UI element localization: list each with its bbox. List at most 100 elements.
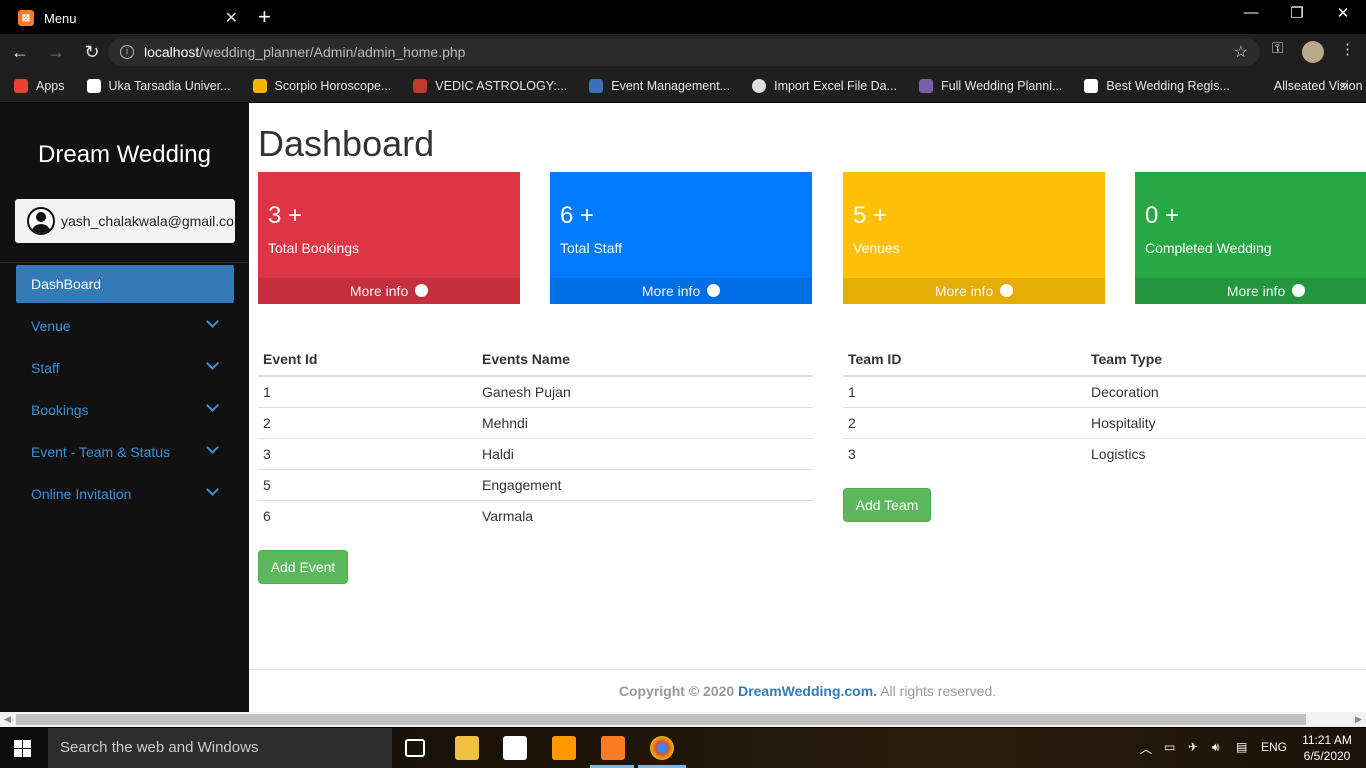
more-info-link[interactable]: More info bbox=[258, 278, 520, 308]
bookmark-favicon bbox=[86, 79, 101, 93]
bookmark-item[interactable]: Import Excel File Da... bbox=[752, 79, 897, 93]
sidebar-item-label: DashBoard bbox=[31, 276, 102, 292]
file-explorer-icon[interactable] bbox=[455, 736, 479, 760]
windows-taskbar: Search the web and Windows ︿ ▭ ✈ 🔊︎ ▤ EN… bbox=[0, 728, 1366, 768]
volume-icon[interactable]: 🔊︎ bbox=[1212, 740, 1220, 755]
table-row: 6 Varmala bbox=[258, 499, 813, 531]
back-icon[interactable]: ← bbox=[4, 42, 36, 63]
table-row: 1 Decoration bbox=[843, 376, 1366, 407]
chevron-down-icon bbox=[206, 399, 219, 412]
bookmarks-overflow-icon[interactable]: » bbox=[1340, 76, 1348, 92]
minimize-icon[interactable]: — bbox=[1228, 4, 1274, 21]
sidebar-item-online-invitation[interactable]: Online Invitation bbox=[0, 473, 249, 515]
table-row: 2 Mehndi bbox=[258, 406, 813, 438]
table-cell: 3 bbox=[843, 437, 1086, 469]
browser-tab[interactable]: ⊠ Menu ✕ bbox=[8, 2, 248, 34]
bookmark-item[interactable]: Best Wedding Regis... bbox=[1084, 79, 1230, 93]
table-cell: Logistics bbox=[1086, 437, 1366, 469]
column-header: Event Id bbox=[258, 339, 477, 377]
bookmark-item[interactable]: VEDIC ASTROLOGY:... bbox=[413, 79, 567, 93]
menu-dots-icon[interactable]: ⋮ bbox=[1340, 40, 1355, 58]
sidebar-item-staff[interactable]: Staff bbox=[0, 347, 249, 389]
teams-table: Team ID Team Type 1 Decoration 2 Hospitali… bbox=[843, 339, 1366, 469]
bookmarks-bar: Apps Uka Tarsadia Univer... Scorpio Horo… bbox=[0, 70, 1366, 102]
table-cell: Haldi bbox=[477, 437, 813, 469]
table-cell: 5 bbox=[258, 468, 477, 500]
table-cell: Engagement bbox=[477, 468, 813, 500]
new-tab-icon[interactable]: + bbox=[258, 4, 271, 30]
arrow-circle-right-icon bbox=[1292, 282, 1306, 308]
info-icon[interactable]: i bbox=[120, 45, 134, 59]
xampp-taskbar-icon[interactable] bbox=[601, 736, 625, 760]
site-link[interactable]: DreamWedding.com. bbox=[738, 683, 877, 699]
chrome-icon[interactable] bbox=[650, 736, 674, 760]
more-info-label: More info bbox=[349, 283, 409, 299]
sublime-text-icon[interactable] bbox=[552, 736, 576, 760]
horizontal-scrollbar[interactable]: ◀ ▶ bbox=[0, 712, 1366, 727]
bookmark-label: Scorpio Horoscope... bbox=[274, 79, 392, 93]
sidebar-item-bookings[interactable]: Bookings bbox=[0, 389, 249, 431]
add-team-button[interactable]: Add Team bbox=[843, 488, 931, 522]
chevron-down-icon bbox=[206, 441, 219, 454]
bookmark-item[interactable]: Full Wedding Planni... bbox=[919, 79, 1062, 93]
reload-icon[interactable]: ↻ bbox=[76, 42, 108, 63]
tray-expand-icon[interactable]: ︿ bbox=[1140, 740, 1152, 757]
card-completed-wedding: 0 + Completed Wedding More info bbox=[1135, 172, 1366, 308]
sidebar-item-venue[interactable]: Venue bbox=[0, 305, 249, 347]
window-close-icon[interactable]: ✕ bbox=[1320, 4, 1366, 22]
globe-icon bbox=[752, 79, 767, 93]
forward-icon[interactable]: → bbox=[40, 42, 72, 63]
airplane-icon[interactable]: ✈ bbox=[1188, 740, 1198, 754]
address-bar[interactable]: i localhost/wedding_planner/Admin/admin_… bbox=[108, 38, 1260, 66]
profile-avatar[interactable] bbox=[1302, 41, 1324, 63]
scroll-left-icon[interactable]: ◀ bbox=[4, 714, 11, 725]
bookmark-label: VEDIC ASTROLOGY:... bbox=[435, 79, 568, 93]
chevron-down-icon bbox=[206, 315, 219, 328]
arrow-circle-right-icon bbox=[415, 282, 429, 308]
store-icon[interactable] bbox=[503, 736, 527, 760]
user-box[interactable]: yash_chalakwala@gmail.com bbox=[15, 199, 235, 243]
sidebar-item-event-team-status[interactable]: Event - Team & Status bbox=[0, 431, 249, 473]
close-tab-icon[interactable]: ✕ bbox=[225, 8, 238, 28]
page-footer: Copyright © 2020 DreamWedding.com. All r… bbox=[249, 669, 1366, 712]
table-cell: Varmala bbox=[477, 499, 813, 531]
bookmark-label: Import Excel File Da... bbox=[774, 79, 898, 93]
card-count: 5 + bbox=[853, 202, 888, 229]
add-event-button[interactable]: Add Event bbox=[258, 550, 348, 584]
table-cell: Hospitality bbox=[1086, 406, 1366, 438]
more-info-label: More info bbox=[934, 283, 994, 299]
tab-title: Menu bbox=[44, 10, 77, 26]
bookmark-item[interactable]: Event Management... bbox=[589, 79, 730, 93]
scroll-right-icon[interactable]: ▶ bbox=[1355, 714, 1362, 725]
restore-icon[interactable]: ❐ bbox=[1274, 4, 1320, 22]
table-cell: 1 bbox=[848, 383, 856, 400]
sidebar-item-dashboard[interactable]: DashBoard bbox=[16, 265, 234, 303]
scrollbar-thumb[interactable] bbox=[16, 714, 1306, 725]
windows-start-icon[interactable] bbox=[14, 740, 31, 757]
table-row: 3 Haldi bbox=[258, 437, 813, 469]
language-indicator[interactable]: ENG bbox=[1261, 740, 1287, 754]
battery-icon[interactable]: ▭ bbox=[1164, 740, 1175, 754]
bookmark-apps[interactable]: Apps bbox=[14, 79, 65, 93]
task-view-icon[interactable] bbox=[405, 739, 425, 757]
card-total-bookings: 3 + Total Bookings More info bbox=[258, 172, 520, 308]
chevron-down-icon bbox=[206, 357, 219, 370]
bookmark-star-icon[interactable]: ☆ bbox=[1234, 42, 1248, 62]
notification-icon[interactable]: ▤ bbox=[1236, 740, 1247, 754]
more-info-link[interactable]: More info bbox=[550, 278, 812, 308]
bookmark-favicon bbox=[413, 79, 428, 93]
bookmark-item[interactable]: Uka Tarsadia Univer... bbox=[86, 79, 231, 93]
bookmark-label: Event Management... bbox=[611, 79, 731, 93]
taskbar-search-input[interactable]: Search the web and Windows bbox=[48, 728, 392, 768]
card-label: Venues bbox=[853, 240, 900, 256]
sidebar-item-label: Event - Team & Status bbox=[31, 444, 171, 460]
bookmark-label: Best Wedding Regis... bbox=[1106, 79, 1230, 93]
arrow-circle-right-icon bbox=[707, 282, 721, 308]
more-info-link[interactable]: More info bbox=[843, 278, 1105, 308]
key-icon[interactable]: ⚿ bbox=[1272, 40, 1283, 57]
card-label: Total Bookings bbox=[268, 240, 360, 256]
more-info-link[interactable]: More info bbox=[1135, 278, 1366, 308]
taskbar-clock[interactable]: 11:21 AM 6/5/2020 bbox=[1296, 732, 1358, 764]
bookmark-item[interactable]: Scorpio Horoscope... bbox=[252, 79, 392, 93]
clock-time: 11:21 AM bbox=[1302, 733, 1352, 747]
